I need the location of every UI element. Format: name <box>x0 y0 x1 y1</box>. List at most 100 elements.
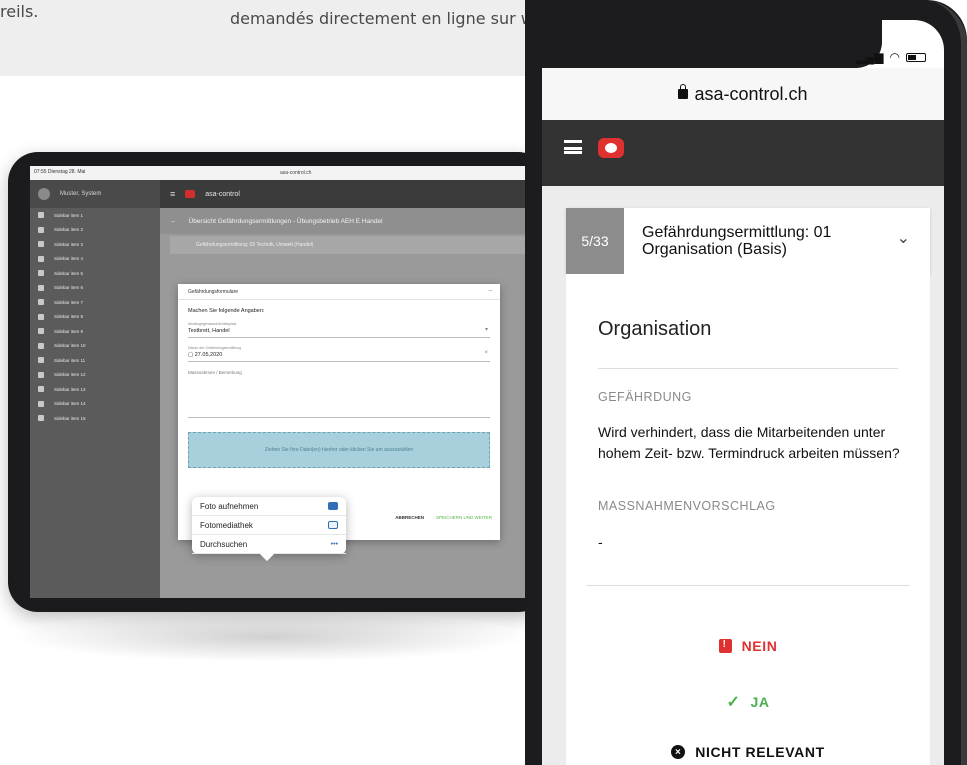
tablet-user-header[interactable]: Muster, System <box>30 180 160 208</box>
sidebar-item[interactable]: Sidebar item 13 <box>30 382 160 397</box>
sidebar-item[interactable]: Sidebar item 10 <box>30 339 160 354</box>
note-textarea[interactable]: Massnahmen / Bemerkung <box>188 370 490 418</box>
menu-icon <box>38 386 44 393</box>
sidebar-item[interactable]: Sidebar item 6 <box>30 281 160 296</box>
date-field[interactable]: ▢ 27.05.2020 × <box>188 350 490 362</box>
menu-icon <box>38 284 44 291</box>
menu-icon <box>38 241 44 248</box>
sidebar-item[interactable]: Sidebar item 8 <box>30 310 160 325</box>
sidebar-item-label: Sidebar item 7 <box>54 299 84 305</box>
lock-icon <box>678 84 689 99</box>
sidebar-item-label: Sidebar item 6 <box>54 285 84 291</box>
menu-item-photo-library[interactable]: Fotomediathek <box>192 516 346 535</box>
menu-item-label: Durchsuchen <box>200 539 248 549</box>
step-selector[interactable]: 5/33 Gefährdungsermittlung: 01 Organisat… <box>566 208 930 274</box>
hamburger-icon[interactable]: ≡ <box>170 189 175 199</box>
answer-yes-button[interactable]: ✓ JA <box>566 692 930 712</box>
divider <box>586 585 910 586</box>
menu-item-take-photo[interactable]: Foto aufnehmen <box>192 497 346 516</box>
dialog-title: Gefährdungsformulare <box>188 289 239 295</box>
minimize-icon[interactable]: – <box>489 288 492 294</box>
workplace-select-value: Testbrett, Handel <box>188 328 230 334</box>
sidebar-item[interactable]: Sidebar item 9 <box>30 324 160 339</box>
sidebar-item[interactable]: Sidebar item 7 <box>30 295 160 310</box>
sidebar-item-label: Sidebar item 1 <box>54 212 84 218</box>
step-counter: 5/33 <box>566 208 624 274</box>
asa-logo-icon <box>598 138 624 158</box>
sidebar-item[interactable]: Sidebar item 4 <box>30 252 160 267</box>
menu-icon <box>38 212 44 219</box>
close-circle-icon: × <box>671 745 686 759</box>
banner-text-left: reils. <box>0 2 39 21</box>
dialog-header: Gefährdungsformulare – <box>178 284 500 300</box>
answer-no-button[interactable]: NEIN <box>566 638 930 654</box>
menu-icon <box>38 226 44 233</box>
menu-item-label: Foto aufnehmen <box>200 501 259 511</box>
breadcrumb: ← Übersicht Gefährdungsermittlungen - Üb… <box>160 208 536 234</box>
tablet-shadow <box>10 612 530 662</box>
sidebar-item-label: Sidebar item 12 <box>54 372 86 378</box>
dialog-actions: ABBRECHEN SPEICHERN UND WEITER <box>395 515 492 520</box>
file-dropzone[interactable]: Ziehen Sie Ihre Datei(en) hierher oder k… <box>188 432 490 468</box>
sidebar-item[interactable]: Sidebar item 12 <box>30 368 160 383</box>
menu-icon <box>38 371 44 378</box>
phone-content: 5/33 Gefährdungsermittlung: 01 Organisat… <box>542 186 944 765</box>
dropzone-text: Ziehen Sie Ihre Datei(en) hierher oder k… <box>264 447 414 453</box>
menu-icon <box>38 357 44 364</box>
tablet-sidebar: Muster, System Sidebar item 1 Sidebar it… <box>30 180 160 598</box>
signal-icon: ▂▄▆ <box>856 50 884 64</box>
back-arrow-icon[interactable]: ← <box>170 218 177 225</box>
hamburger-icon[interactable] <box>564 140 582 154</box>
clear-icon[interactable]: × <box>484 350 488 356</box>
workplace-select[interactable]: Testbrett, Handel ▾ <box>188 326 490 338</box>
sidebar-item[interactable]: Sidebar item 11 <box>30 353 160 368</box>
sidebar-item-label: Sidebar item 11 <box>54 357 86 363</box>
tablet-device: 07:55 Dienstag 28. Mai asa-control.ch Mu… <box>8 152 548 612</box>
sidebar-item-label: Sidebar item 8 <box>54 314 84 320</box>
save-continue-button[interactable]: SPEICHERN UND WEITER <box>436 515 492 520</box>
tablet-url[interactable]: asa-control.ch <box>280 170 311 176</box>
menu-icon <box>38 415 44 422</box>
menu-icon <box>38 270 44 277</box>
menu-icon <box>38 255 44 262</box>
step-title: Gefährdungsermittlung: 01 Organisation (… <box>642 224 832 258</box>
cancel-button[interactable]: ABBRECHEN <box>395 515 424 520</box>
sidebar-item-label: Sidebar item 9 <box>54 328 84 334</box>
question-card: Organisation GEFÄHRDUNG Wird verhindert,… <box>566 274 930 765</box>
check-icon: ✓ <box>726 694 741 711</box>
marketing-composite: reils. demandés directement en ligne sur… <box>0 0 967 765</box>
sidebar-item[interactable]: Sidebar item 1 <box>30 208 160 223</box>
sidebar-item-label: Sidebar item 10 <box>54 343 86 349</box>
section-heading: Organisation <box>598 318 712 340</box>
dialog-intro: Machen Sie folgende Angaben: <box>188 308 265 314</box>
answer-not-relevant-label: NICHT RELEVANT <box>695 744 825 760</box>
tablet-app-name: asa-control <box>205 190 240 198</box>
sidebar-item[interactable]: Sidebar item 5 <box>30 266 160 281</box>
sidebar-item-label: Sidebar item 15 <box>54 415 86 421</box>
wifi-icon: ◠ <box>889 50 900 64</box>
avatar <box>38 188 50 200</box>
hazard-label: GEFÄHRDUNG <box>598 390 692 404</box>
sidebar-item-label: Sidebar item 13 <box>54 386 86 392</box>
camera-icon <box>328 502 338 510</box>
battery-icon <box>906 52 926 62</box>
menu-item-label: Fotomediathek <box>200 520 253 530</box>
browser-url-bar[interactable]: asa-control.ch <box>542 68 944 120</box>
divider <box>598 368 898 369</box>
sidebar-item[interactable]: Sidebar item 3 <box>30 237 160 252</box>
answer-not-relevant-button[interactable]: × NICHT RELEVANT <box>566 744 930 760</box>
dropdown-arrow-icon: ▾ <box>484 327 488 333</box>
sidebar-item[interactable]: Sidebar item 2 <box>30 223 160 238</box>
phone-app-bar <box>542 120 944 186</box>
answer-no-label: NEIN <box>741 638 778 654</box>
tablet-status-time: 07:55 Dienstag 28. Mai <box>34 169 86 175</box>
menu-icon <box>38 299 44 306</box>
list-item[interactable]: Gefährdungsermittlung: 02 Technik, Umwel… <box>170 236 526 254</box>
sidebar-item[interactable]: Sidebar item 14 <box>30 397 160 412</box>
phone-url: asa-control.ch <box>694 83 808 104</box>
chevron-down-icon[interactable]: ⌄ <box>897 228 910 248</box>
sidebar-item[interactable]: Sidebar item 15 <box>30 411 160 426</box>
tablet-screen: 07:55 Dienstag 28. Mai asa-control.ch Mu… <box>30 166 536 598</box>
warning-icon <box>718 639 732 653</box>
tablet-user-name: Muster, System <box>60 191 102 197</box>
